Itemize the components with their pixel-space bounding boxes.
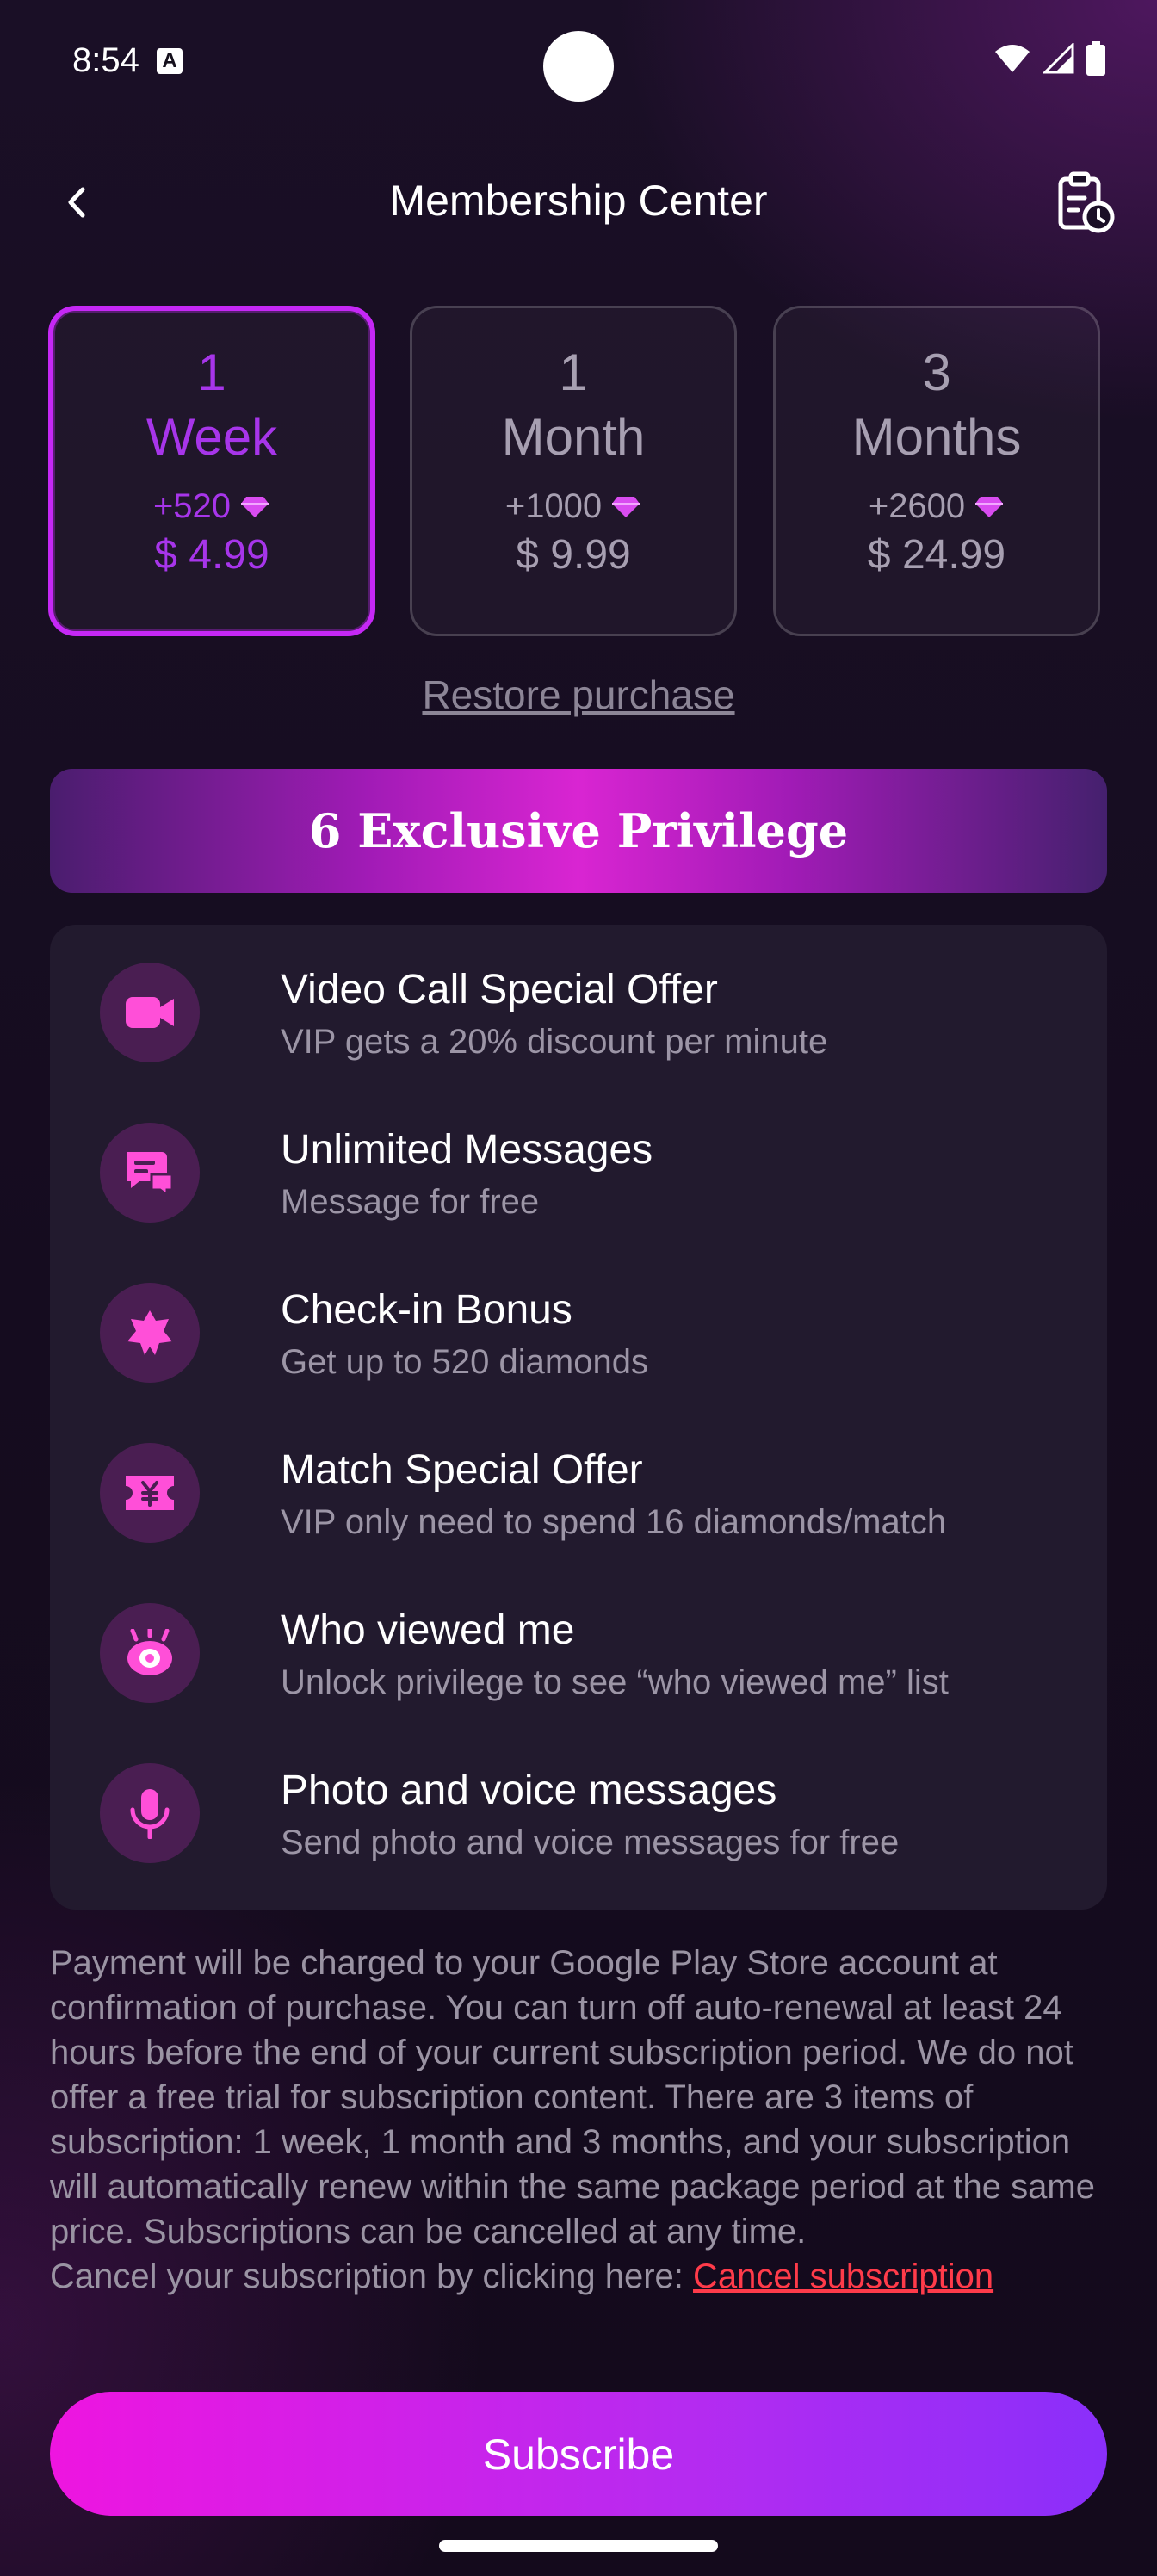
privilege-title: Unlimited Messages — [281, 1127, 653, 1173]
privilege-icon-badge — [100, 1283, 200, 1383]
eye-icon — [127, 1629, 172, 1675]
wifi-icon — [995, 45, 1030, 72]
status-bar: 8:54 A — [0, 0, 1157, 129]
video-camera-icon — [126, 997, 174, 1028]
privilege-description: VIP gets a 20% discount per minute — [281, 1023, 828, 1061]
privilege-title: Check-in Bonus — [281, 1287, 572, 1333]
purchase-history-button[interactable] — [1050, 169, 1119, 238]
notification-icon: A — [157, 48, 183, 74]
clipboard-clock-icon — [1058, 171, 1115, 233]
privilege-item-video-call: Video Call Special Offer VIP gets a 20% … — [100, 925, 1064, 1062]
plan-card-1-week[interactable]: 1 Week +520 $ 4.99 — [48, 306, 375, 636]
battery-icon — [1086, 41, 1105, 76]
privilege-item-who-viewed: Who viewed me Unlock privilege to see “w… — [100, 1565, 1064, 1703]
privilege-icon-badge — [100, 1443, 200, 1543]
privilege-item-messages: Unlimited Messages Message for free — [100, 1085, 1064, 1223]
cancel-prefix: Cancel your subscription by clicking her… — [50, 2257, 694, 2295]
privilege-item-check-in: Check-in Bonus Get up to 520 diamonds — [100, 1245, 1064, 1383]
plan-quantity: 1 — [197, 344, 226, 401]
privilege-title: Who viewed me — [281, 1607, 575, 1653]
status-time: 8:54 — [72, 41, 139, 79]
plan-bonus-amount: +520 — [152, 487, 232, 525]
privilege-title: Video Call Special Offer — [281, 967, 718, 1012]
subscribe-button[interactable]: Subscribe — [50, 2392, 1107, 2516]
plan-quantity: 1 — [559, 344, 588, 401]
plan-selector: 1 Week +520 $ 4.99 1 Month +1000 $ 9.99 … — [48, 306, 1102, 640]
plan-bonus: +1000 — [412, 487, 734, 526]
page-title: Membership Center — [389, 176, 768, 225]
privilege-description: Message for free — [281, 1183, 540, 1221]
diamond-icon — [975, 496, 1004, 517]
plan-unit: Week — [145, 408, 278, 466]
subscription-terms: Payment will be charged to your Google P… — [50, 1941, 1117, 2299]
privilege-title: Match Special Offer — [281, 1447, 643, 1493]
plan-bonus: +520 — [53, 487, 370, 526]
status-icons — [993, 41, 1105, 76]
signal-icon — [1043, 43, 1074, 74]
home-indicator — [439, 2540, 718, 2552]
privilege-description: Unlock privilege to see “who viewed me” … — [281, 1663, 949, 1701]
privilege-description: Get up to 520 diamonds — [281, 1343, 648, 1381]
privilege-description: Send photo and voice messages for free — [281, 1824, 900, 1861]
camera-cutout — [543, 31, 614, 102]
plan-price: $ 9.99 — [516, 532, 631, 578]
privilege-icon-badge — [100, 1123, 200, 1223]
privilege-icon-badge — [100, 963, 200, 1062]
plan-bonus: +2600 — [776, 487, 1098, 526]
ticket-yen-icon — [126, 1476, 174, 1510]
membership-screen: 8:54 A Membership Center 1 Week +520 $ 4… — [0, 0, 1157, 2576]
privilege-icon-badge — [100, 1763, 200, 1863]
plan-price: $ 24.99 — [867, 532, 1006, 578]
privilege-title: Photo and voice messages — [281, 1768, 777, 1813]
star-badge-icon — [127, 1310, 172, 1355]
plan-bonus-amount: +2600 — [868, 487, 966, 525]
plan-card-3-months[interactable]: 3 Months +2600 $ 24.99 — [773, 306, 1100, 636]
privilege-item-match: Match Special Offer VIP only need to spe… — [100, 1405, 1064, 1543]
privileges-banner: 6 Exclusive Privilege — [50, 769, 1107, 893]
microphone-icon — [130, 1789, 170, 1839]
plan-unit: Month — [501, 408, 646, 466]
diamond-icon — [241, 496, 269, 517]
privilege-item-photo-voice: Photo and voice messages Send photo and … — [100, 1725, 1064, 1863]
privilege-icon-badge — [100, 1603, 200, 1703]
privileges-list: Video Call Special Offer VIP gets a 20% … — [50, 925, 1107, 1910]
cancel-subscription-link[interactable]: Cancel subscription — [693, 2257, 993, 2295]
terms-text: Payment will be charged to your Google P… — [50, 1944, 1095, 2251]
plan-price: $ 4.99 — [154, 532, 269, 578]
restore-purchase-link[interactable]: Restore purchase — [0, 672, 1157, 718]
plan-unit: Months — [851, 408, 1022, 466]
privilege-description: VIP only need to spend 16 diamonds/match — [281, 1503, 947, 1541]
plan-bonus-amount: +1000 — [504, 487, 603, 525]
plan-quantity: 3 — [922, 344, 951, 401]
plan-card-1-month[interactable]: 1 Month +1000 $ 9.99 — [410, 306, 737, 636]
diamond-icon — [612, 496, 640, 517]
chat-bubbles-icon — [127, 1152, 174, 1197]
